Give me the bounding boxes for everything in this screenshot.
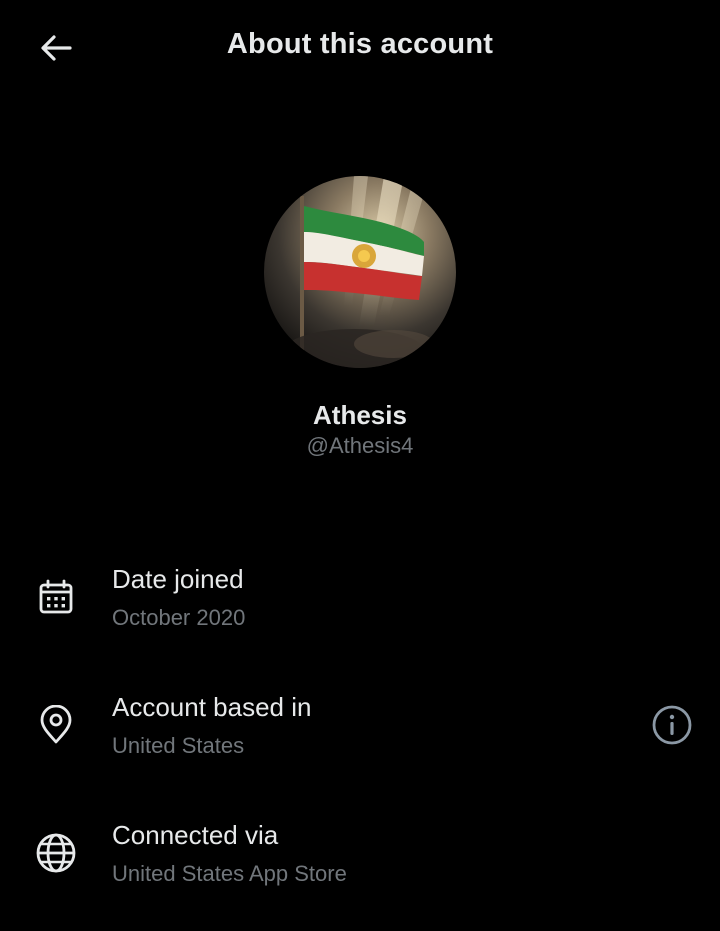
connected-via-label: Connected via: [112, 820, 279, 850]
account-based-in-value: United States: [112, 733, 245, 758]
connected-via-value: United States App Store: [112, 861, 347, 886]
location-pin-icon: [34, 703, 78, 747]
calendar-icon: [34, 575, 78, 619]
date-joined-value: October 2020: [112, 605, 246, 630]
account-based-in-label: Account based in: [112, 692, 312, 722]
avatar[interactable]: [264, 176, 456, 368]
globe-icon: [34, 831, 78, 875]
top-bar: About this account: [0, 0, 720, 96]
account-based-in-row: Account based in United States: [0, 682, 720, 782]
info-button[interactable]: [648, 701, 696, 749]
connected-via-row: Connected via United States App Store: [0, 810, 720, 910]
flag-avatar-image: [264, 176, 456, 368]
page-title: About this account: [226, 28, 494, 60]
handle: @Athesis4: [306, 433, 414, 458]
date-joined-row: Date joined October 2020: [0, 554, 720, 654]
date-joined-label: Date joined: [112, 564, 244, 594]
info-icon: [652, 705, 692, 745]
display-name: Athesis: [313, 400, 407, 430]
